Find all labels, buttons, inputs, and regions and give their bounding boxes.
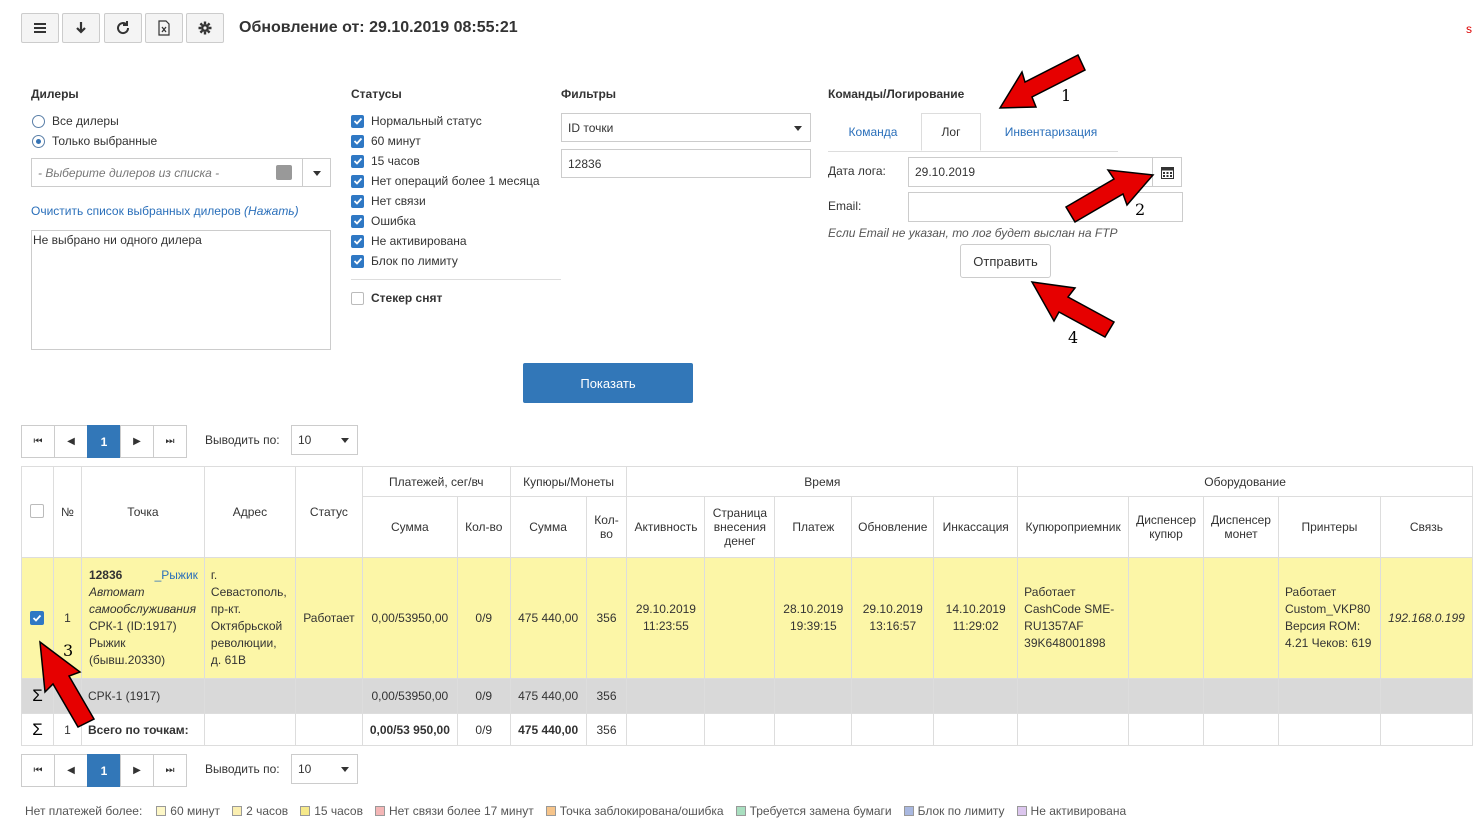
arrow-annotation-1 bbox=[998, 53, 1086, 109]
annotation-label-1: 1 bbox=[1061, 86, 1072, 105]
annotation-label-4: 4 bbox=[1068, 328, 1079, 347]
annotation-label-2: 2 bbox=[1135, 200, 1146, 219]
annotation-label-3: 3 bbox=[63, 641, 74, 660]
annotation-arrows bbox=[39, 53, 1155, 728]
